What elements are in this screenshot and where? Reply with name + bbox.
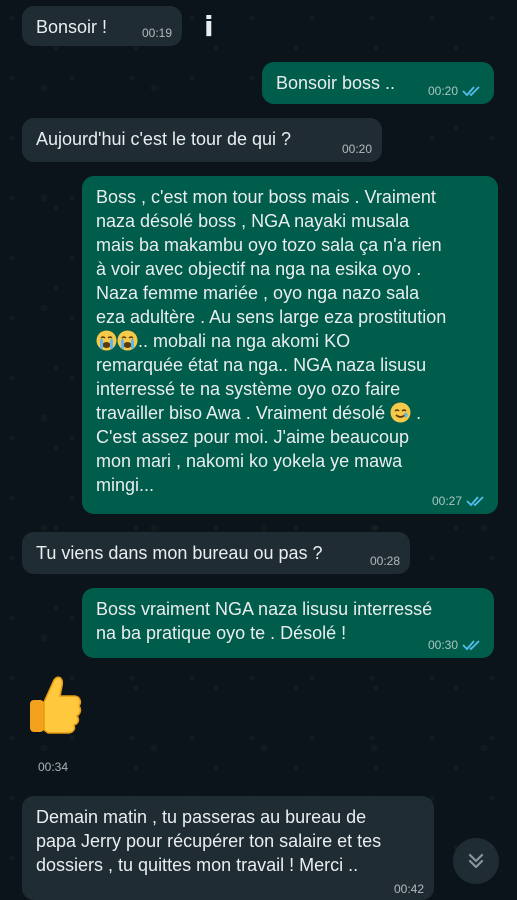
message-time: 00:28 bbox=[369, 554, 400, 568]
thumbs-up-icon bbox=[30, 676, 82, 734]
message-meta: 00:42 bbox=[394, 882, 424, 896]
message-bubble-incoming[interactable]: Aujourd'hui c'est le tour de qui ? 00:20 bbox=[22, 118, 382, 162]
message-bubble-outgoing[interactable]: Bonsoir boss .. 00:20 bbox=[262, 62, 494, 104]
message-meta: 00:28 bbox=[370, 554, 400, 568]
message-bubble-outgoing[interactable]: Boss , c'est mon tour boss mais . Vraime… bbox=[82, 176, 498, 514]
message-bubble-incoming[interactable]: Tu viens dans mon bureau ou pas ? 00:28 bbox=[22, 532, 410, 574]
message-meta: 00:20 bbox=[342, 142, 372, 156]
message-bubble-incoming[interactable]: Demain matin , tu passeras au bureau de … bbox=[22, 796, 434, 900]
message-text: Aujourd'hui c'est le tour de qui ? bbox=[36, 129, 292, 149]
crying-face-emoji-icon bbox=[117, 330, 138, 351]
message-meta: 00:27 bbox=[432, 494, 488, 508]
message-time: 00:19 bbox=[141, 26, 172, 40]
message-meta: 00:30 bbox=[428, 638, 484, 652]
message-text: Tu viens dans mon bureau ou pas ? bbox=[36, 543, 323, 563]
message-time: 00:34 bbox=[38, 760, 69, 774]
info-glyph: i bbox=[204, 10, 214, 43]
message-meta: 00:19 bbox=[142, 26, 172, 40]
message-time: 00:30 bbox=[427, 638, 458, 652]
message-meta: 00:20 bbox=[428, 84, 484, 98]
double-chevron-down-icon bbox=[468, 853, 484, 869]
double-check-read-icon bbox=[462, 85, 484, 97]
message-text: Boss , c'est mon tour boss mais . Vraime… bbox=[96, 185, 490, 497]
message-bubble-incoming[interactable]: Bonsoir ! 00:19 bbox=[22, 6, 182, 46]
double-check-read-icon bbox=[466, 495, 488, 507]
crying-face-emoji-icon bbox=[96, 330, 117, 351]
double-check-read-icon bbox=[462, 639, 484, 651]
message-text: Boss vraiment NGA naza lisusu interressé… bbox=[96, 599, 433, 643]
message-text: Demain matin , tu passeras au bureau de … bbox=[36, 807, 382, 875]
message-meta: 00:34 bbox=[38, 760, 68, 774]
message-time: 00:20 bbox=[427, 84, 458, 98]
scroll-to-bottom-button[interactable] bbox=[453, 838, 499, 884]
message-text-part: .. mobali na nga akomi KO remarquée état… bbox=[96, 331, 427, 423]
smiling-face-with-tear-emoji-icon bbox=[390, 402, 411, 423]
message-bubble-outgoing[interactable]: Boss vraiment NGA naza lisusu interressé… bbox=[82, 588, 494, 658]
message-time: 00:20 bbox=[341, 142, 372, 156]
message-text-part: Boss , c'est mon tour boss mais . Vraime… bbox=[96, 187, 447, 327]
message-time: 00:27 bbox=[431, 494, 462, 508]
message-time: 00:42 bbox=[393, 882, 424, 896]
message-bubble-sticker[interactable]: 00:34 bbox=[22, 668, 88, 780]
